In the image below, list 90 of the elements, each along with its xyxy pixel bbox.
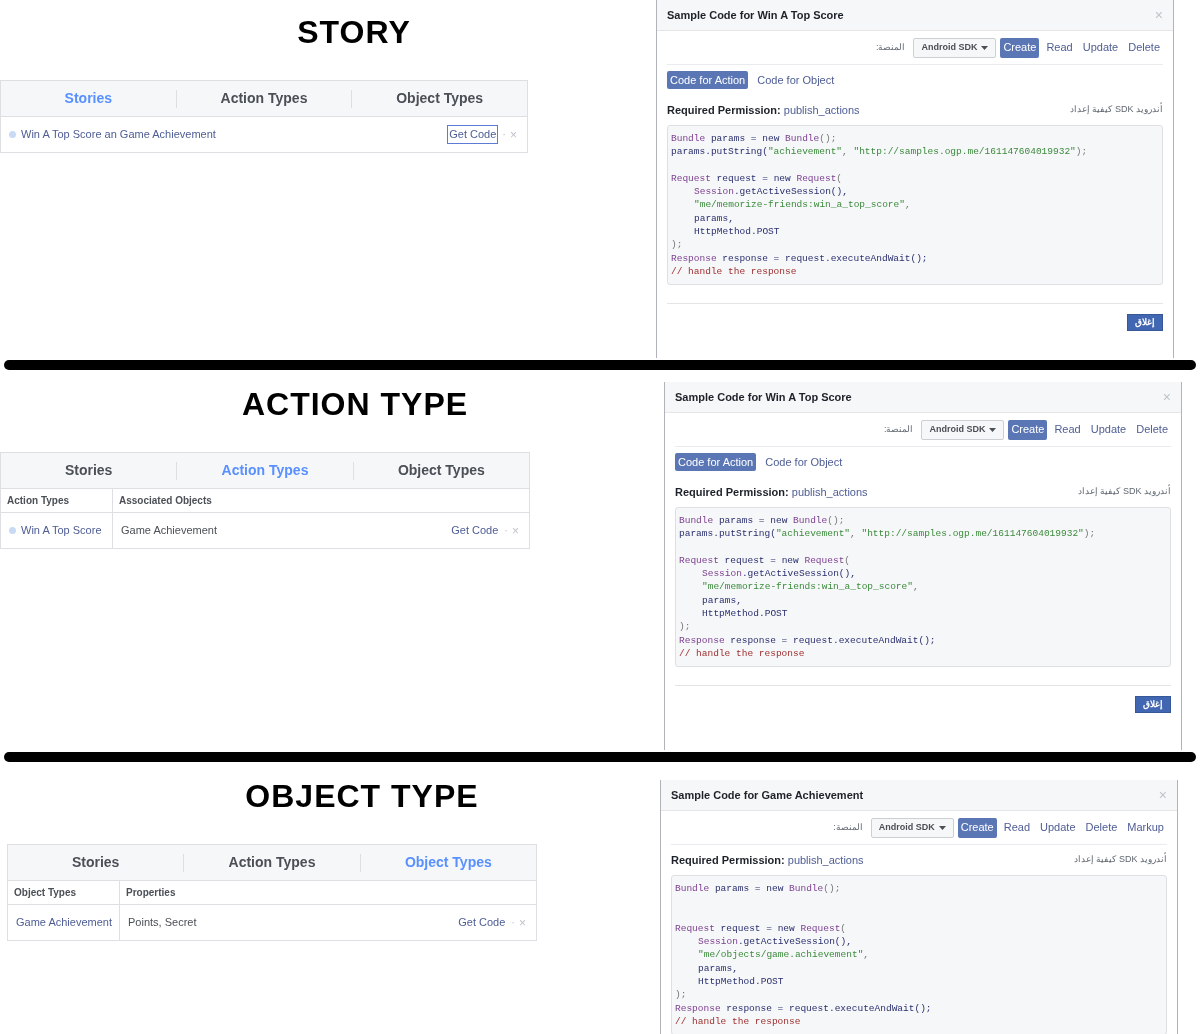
column-header: Object Types (14, 886, 77, 900)
setup-link[interactable]: أندرويد SDK كيفية إعداد (1069, 103, 1163, 117)
platform-label: المنصة: (883, 422, 914, 436)
operation-tab[interactable]: Read (1051, 419, 1084, 440)
code-line: "me/memorize-friends:win_a_top_score", (701, 580, 920, 594)
code-line: params, (701, 593, 743, 608)
code-line: "me/objects/game.achievement", (697, 948, 871, 962)
code-tab[interactable]: Code for Action (675, 453, 757, 471)
dialog-title: Sample Code for Game Achievement (671, 787, 864, 803)
code-line: Session.getActiveSession(), (693, 185, 849, 199)
setup-link[interactable]: أندرويد SDK كيفية إعداد (1073, 853, 1167, 867)
section-heading: STORY (297, 13, 411, 52)
operation-tab[interactable]: Delete (1133, 419, 1171, 440)
tab[interactable]: Action Types (228, 852, 316, 873)
separator-dot: · (511, 915, 515, 931)
close-button[interactable]: إغلاق (1127, 314, 1163, 332)
code-line: Response response = request.executeAndWait(); (671, 251, 929, 265)
code-line: Bundle params = new Bundle(); (671, 132, 838, 146)
operation-tab[interactable]: Delete (1082, 817, 1121, 838)
table-cell-text: Game Achievement (121, 523, 217, 539)
code-line: Response response = request.executeAndWait(); (675, 1001, 933, 1015)
permission-text: Required Permission: publish_actions (671, 852, 864, 868)
tab[interactable]: Action Types (220, 88, 308, 109)
get-code-link[interactable]: Get Code (456, 913, 508, 932)
code-line: params, (697, 961, 739, 976)
permission-text: Required Permission: publish_actions (675, 484, 868, 500)
separator-dot: · (504, 523, 508, 539)
operation-tab[interactable]: Update (1087, 419, 1130, 440)
code-line: params.putString("achievement", "http://samples.ogp.me/161147604019932"); (679, 527, 1097, 541)
operation-tab[interactable]: Update (1079, 37, 1122, 58)
operation-tab[interactable]: Read (1000, 817, 1034, 838)
dialog-title: Sample Code for Win A Top Score (675, 389, 852, 405)
code-line: "me/memorize-friends:win_a_top_score", (693, 198, 912, 212)
code-line: Request request = new Request( (671, 171, 844, 186)
code-line: HttpMethod.POST (701, 607, 789, 621)
code-line: Request request = new Request( (679, 553, 852, 568)
code-line: ); (671, 238, 684, 252)
row-link[interactable]: Game Achievement (16, 914, 112, 931)
caret-icon (981, 45, 989, 50)
code-line: Bundle params = new Bundle(); (675, 882, 842, 896)
operation-tab[interactable]: Create (957, 817, 997, 838)
code-line: Request request = new Request( (675, 921, 848, 936)
code-tab[interactable]: Code for Object (762, 453, 846, 471)
code-tab[interactable]: Code for Object (754, 71, 838, 89)
platform-dropdown[interactable]: Android SDK (913, 37, 997, 58)
tab[interactable]: Object Types (397, 460, 485, 481)
code-line: Session.getActiveSession(), (697, 935, 853, 949)
code-line: params.putString("achievement", "http://samples.ogp.me/161147604019932"); (671, 145, 1089, 159)
operation-tab[interactable]: Update (1037, 817, 1079, 838)
column-header: Action Types (7, 494, 70, 508)
operation-tab[interactable]: Create (1000, 37, 1040, 58)
operation-tab[interactable]: Read (1043, 37, 1076, 58)
platform-label: المنصة: (833, 820, 863, 834)
get-code-link[interactable]: Get Code (447, 125, 499, 144)
permission-text: Required Permission: publish_actions (667, 102, 860, 118)
row-link[interactable]: Win A Top Score (21, 522, 102, 539)
close-button[interactable]: إغلاق (1135, 696, 1171, 714)
column-header: Properties (126, 886, 176, 900)
section-heading: ACTION TYPE (241, 385, 469, 424)
tab[interactable]: Stories (64, 460, 113, 481)
code-line: Bundle params = new Bundle(); (679, 514, 846, 528)
code-line: HttpMethod.POST (693, 225, 781, 239)
tab[interactable]: Stories (71, 852, 120, 873)
code-line: ); (675, 988, 688, 1002)
code-line: // handle the response (679, 646, 806, 661)
code-tab[interactable]: Code for Action (667, 71, 749, 89)
table-cell-text: Points, Secret (128, 915, 197, 931)
column-header: Associated Objects (119, 494, 212, 508)
caret-icon (938, 825, 946, 830)
caret-icon (989, 427, 997, 432)
operation-tab[interactable]: Markup (1124, 817, 1167, 838)
code-line: // handle the response (675, 1014, 802, 1029)
code-line: params, (693, 211, 735, 226)
separator-dot: · (502, 127, 506, 143)
code-line: Response response = request.executeAndWait(); (679, 633, 937, 647)
code-line: // handle the response (671, 264, 798, 279)
section-heading: OBJECT TYPE (245, 777, 479, 816)
operation-tab[interactable]: Delete (1125, 37, 1163, 58)
code-line: HttpMethod.POST (697, 975, 785, 989)
platform-dropdown[interactable]: Android SDK (870, 817, 954, 838)
tab[interactable]: Object Types (396, 88, 484, 109)
dialog-title: Sample Code for Win A Top Score (667, 7, 844, 23)
code-line: Session.getActiveSession(), (701, 567, 857, 581)
code-line: ); (679, 620, 692, 634)
platform-dropdown[interactable]: Android SDK (921, 419, 1005, 440)
row-link[interactable]: Win A Top Score an Game Achievement (21, 126, 216, 143)
platform-label: المنصة: (875, 40, 906, 54)
operation-tab[interactable]: Create (1008, 419, 1048, 440)
setup-link[interactable]: أندرويد SDK كيفية إعداد (1077, 485, 1171, 499)
get-code-link[interactable]: Get Code (449, 521, 501, 540)
